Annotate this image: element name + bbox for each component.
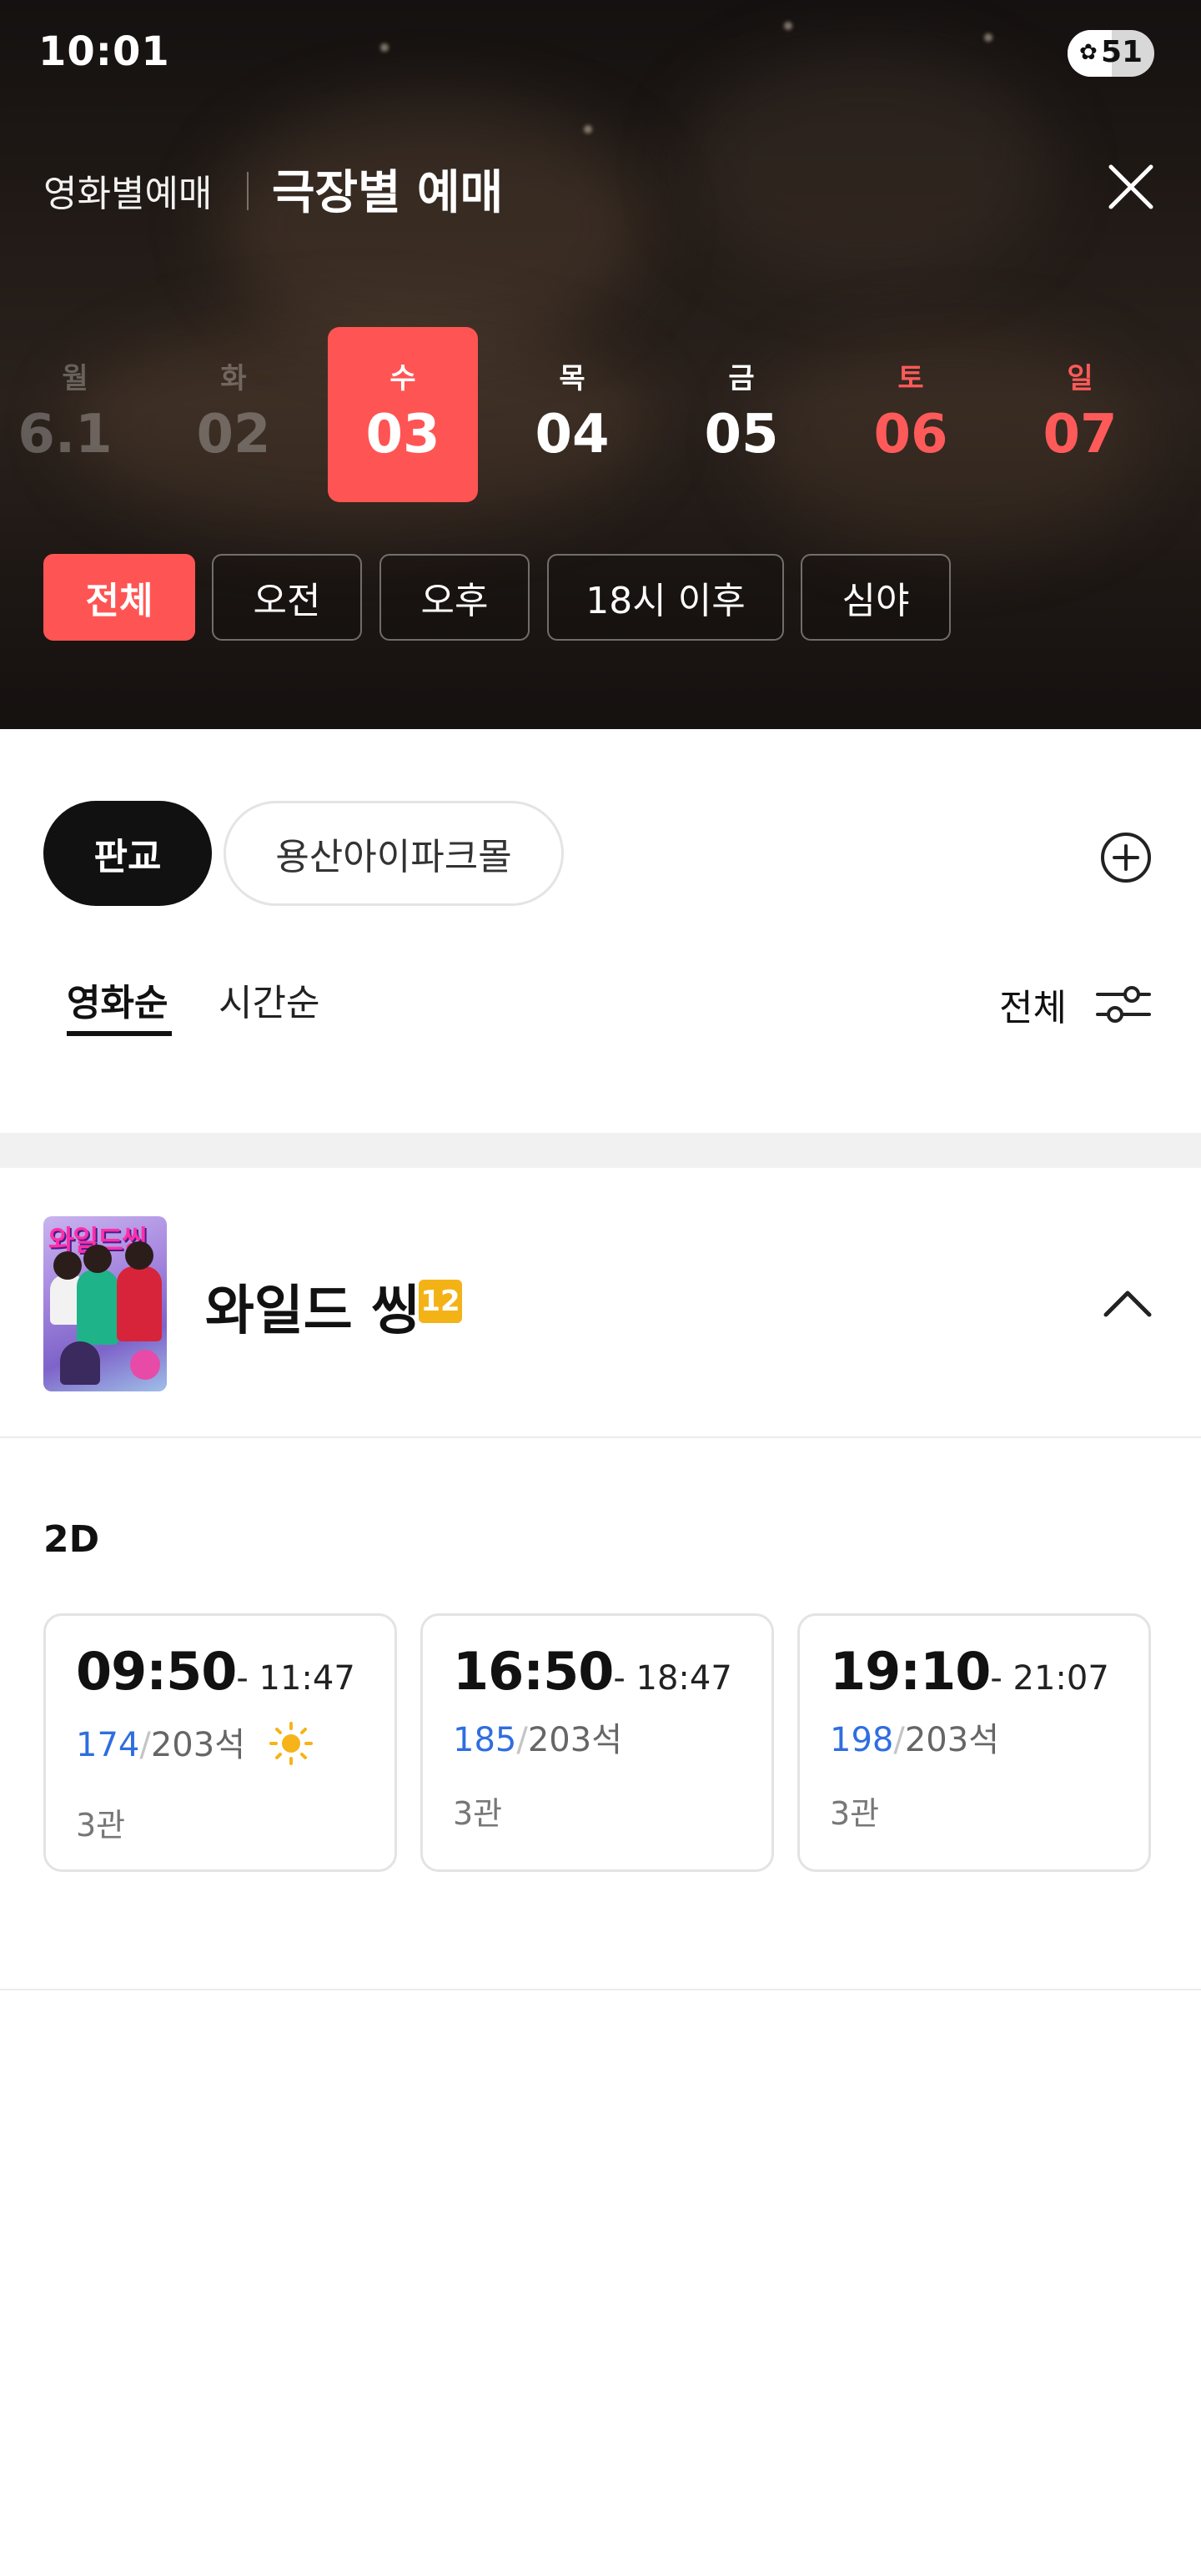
showtime-end: - 11:47 (236, 1659, 355, 1698)
date-number: 05 (704, 404, 779, 465)
date-item-selected[interactable]: 수 03 (328, 327, 478, 502)
showtime-times: 16:50- 18:47 (453, 1641, 732, 1702)
poster-figure (125, 1241, 153, 1270)
poster-figure (83, 1245, 112, 1273)
tab-theater-booking[interactable]: 극장별 예매 (272, 155, 503, 223)
background-light (784, 22, 792, 30)
tab-movie-booking[interactable]: 영화별예매 (43, 164, 212, 217)
screen-number: 3관 (76, 1807, 126, 1844)
showtime-start: 09:50 (76, 1641, 237, 1702)
date-number: 07 (1043, 404, 1118, 465)
showtime-end: - 21:07 (990, 1659, 1109, 1698)
showtime-card[interactable]: 09:50- 11:47 174/203석 3관 (43, 1613, 397, 1872)
seats-available: 174 (76, 1726, 140, 1764)
seat-availability: 174/203석 (76, 1718, 314, 1767)
showtime-start: 16:50 (453, 1641, 614, 1702)
poster-logo (130, 1350, 160, 1380)
status-time: 10:01 (38, 28, 170, 75)
background-light (584, 125, 592, 133)
date-number: 02 (196, 404, 271, 465)
date-item[interactable]: 목 04 (497, 327, 647, 502)
poster-figure (60, 1341, 100, 1385)
sort-tab-indicator (67, 1031, 172, 1036)
showtime-end: - 18:47 (613, 1659, 732, 1698)
time-filter-morning[interactable]: 오전 (212, 554, 362, 641)
seats-total: 203석 (150, 1726, 245, 1764)
screen-number: 3관 (453, 1795, 503, 1832)
seats-separator: / (516, 1721, 528, 1759)
time-filter-after-18[interactable]: 18시 이후 (547, 554, 784, 641)
date-item[interactable]: 일 07 (1005, 327, 1155, 502)
hero-header: 10:01 ✿ 51 영화별예매 극장별 예매 월 6.1 화 02 수 03 … (0, 0, 1201, 729)
date-weekday: 월 (62, 362, 88, 395)
seat-availability: 185/203석 (453, 1713, 622, 1761)
date-weekday: 수 (389, 362, 416, 395)
poster-figure (117, 1266, 162, 1341)
tab-divider (247, 172, 249, 210)
battery-indicator: ✿ 51 (1068, 30, 1154, 77)
date-item[interactable]: 금 05 (666, 327, 817, 502)
sun-icon (269, 1722, 313, 1765)
date-number: 06 (873, 404, 948, 465)
background-light (380, 43, 389, 52)
showtime-start: 19:10 (830, 1641, 991, 1702)
date-weekday: 금 (728, 362, 755, 395)
sort-tab-movie[interactable]: 영화순 (67, 973, 168, 1026)
screen-number: 3관 (830, 1795, 880, 1832)
chevron-up-icon[interactable] (1101, 1285, 1154, 1321)
divider (0, 1989, 1201, 1990)
section-divider (0, 1133, 1201, 1168)
date-number: 03 (365, 404, 440, 465)
seat-availability: 198/203석 (830, 1713, 999, 1761)
date-weekday: 토 (897, 362, 924, 395)
divider (0, 1436, 1201, 1438)
poster-figure (77, 1270, 118, 1345)
age-rating-badge: 12 (419, 1280, 462, 1323)
sort-tab-time[interactable]: 시간순 (219, 973, 319, 1026)
time-filter-late-night[interactable]: 심야 (801, 554, 951, 641)
add-theater-icon[interactable] (1099, 831, 1153, 884)
filter-sliders-icon[interactable] (1094, 981, 1153, 1028)
seats-total: 203석 (527, 1721, 622, 1759)
background-blur (217, 100, 651, 350)
time-filter-afternoon[interactable]: 오후 (379, 554, 530, 641)
sort-filter-label[interactable]: 전체 (999, 978, 1067, 1031)
date-item[interactable]: 토 06 (836, 327, 986, 502)
seats-total: 203석 (904, 1721, 999, 1759)
close-icon[interactable] (1101, 157, 1161, 217)
date-number: 04 (535, 404, 610, 465)
screen-format-label: 2D (43, 1518, 100, 1561)
background-light (984, 33, 992, 42)
theater-chip-pangyo[interactable]: 판교 (43, 801, 212, 906)
poster-figure (53, 1251, 82, 1280)
showtime-card[interactable]: 19:10- 21:07 198/203석 3관 (797, 1613, 1151, 1872)
theater-chip-yongsan[interactable]: 용산아이파크몰 (224, 801, 564, 906)
background-blur (684, 50, 1051, 284)
date-item[interactable]: 화 02 (158, 327, 309, 502)
showtime-times: 09:50- 11:47 (76, 1641, 355, 1702)
time-filter-all[interactable]: 전체 (43, 554, 195, 641)
showtime-times: 19:10- 21:07 (830, 1641, 1109, 1702)
seats-available: 185 (453, 1721, 517, 1759)
battery-percent: 51 (1101, 35, 1143, 69)
seats-available: 198 (830, 1721, 894, 1759)
date-weekday: 화 (220, 362, 247, 395)
date-weekday: 일 (1067, 362, 1093, 395)
seats-separator: / (139, 1726, 151, 1764)
movie-title[interactable]: 와일드 씽 (205, 1268, 420, 1345)
seats-separator: / (893, 1721, 905, 1759)
date-weekday: 목 (559, 362, 585, 395)
movie-poster[interactable]: 와일드씽 (43, 1216, 167, 1391)
leaf-icon: ✿ (1079, 40, 1098, 65)
showtime-card[interactable]: 16:50- 18:47 185/203석 3관 (420, 1613, 774, 1872)
date-item[interactable]: 월 6.1 (0, 327, 150, 502)
